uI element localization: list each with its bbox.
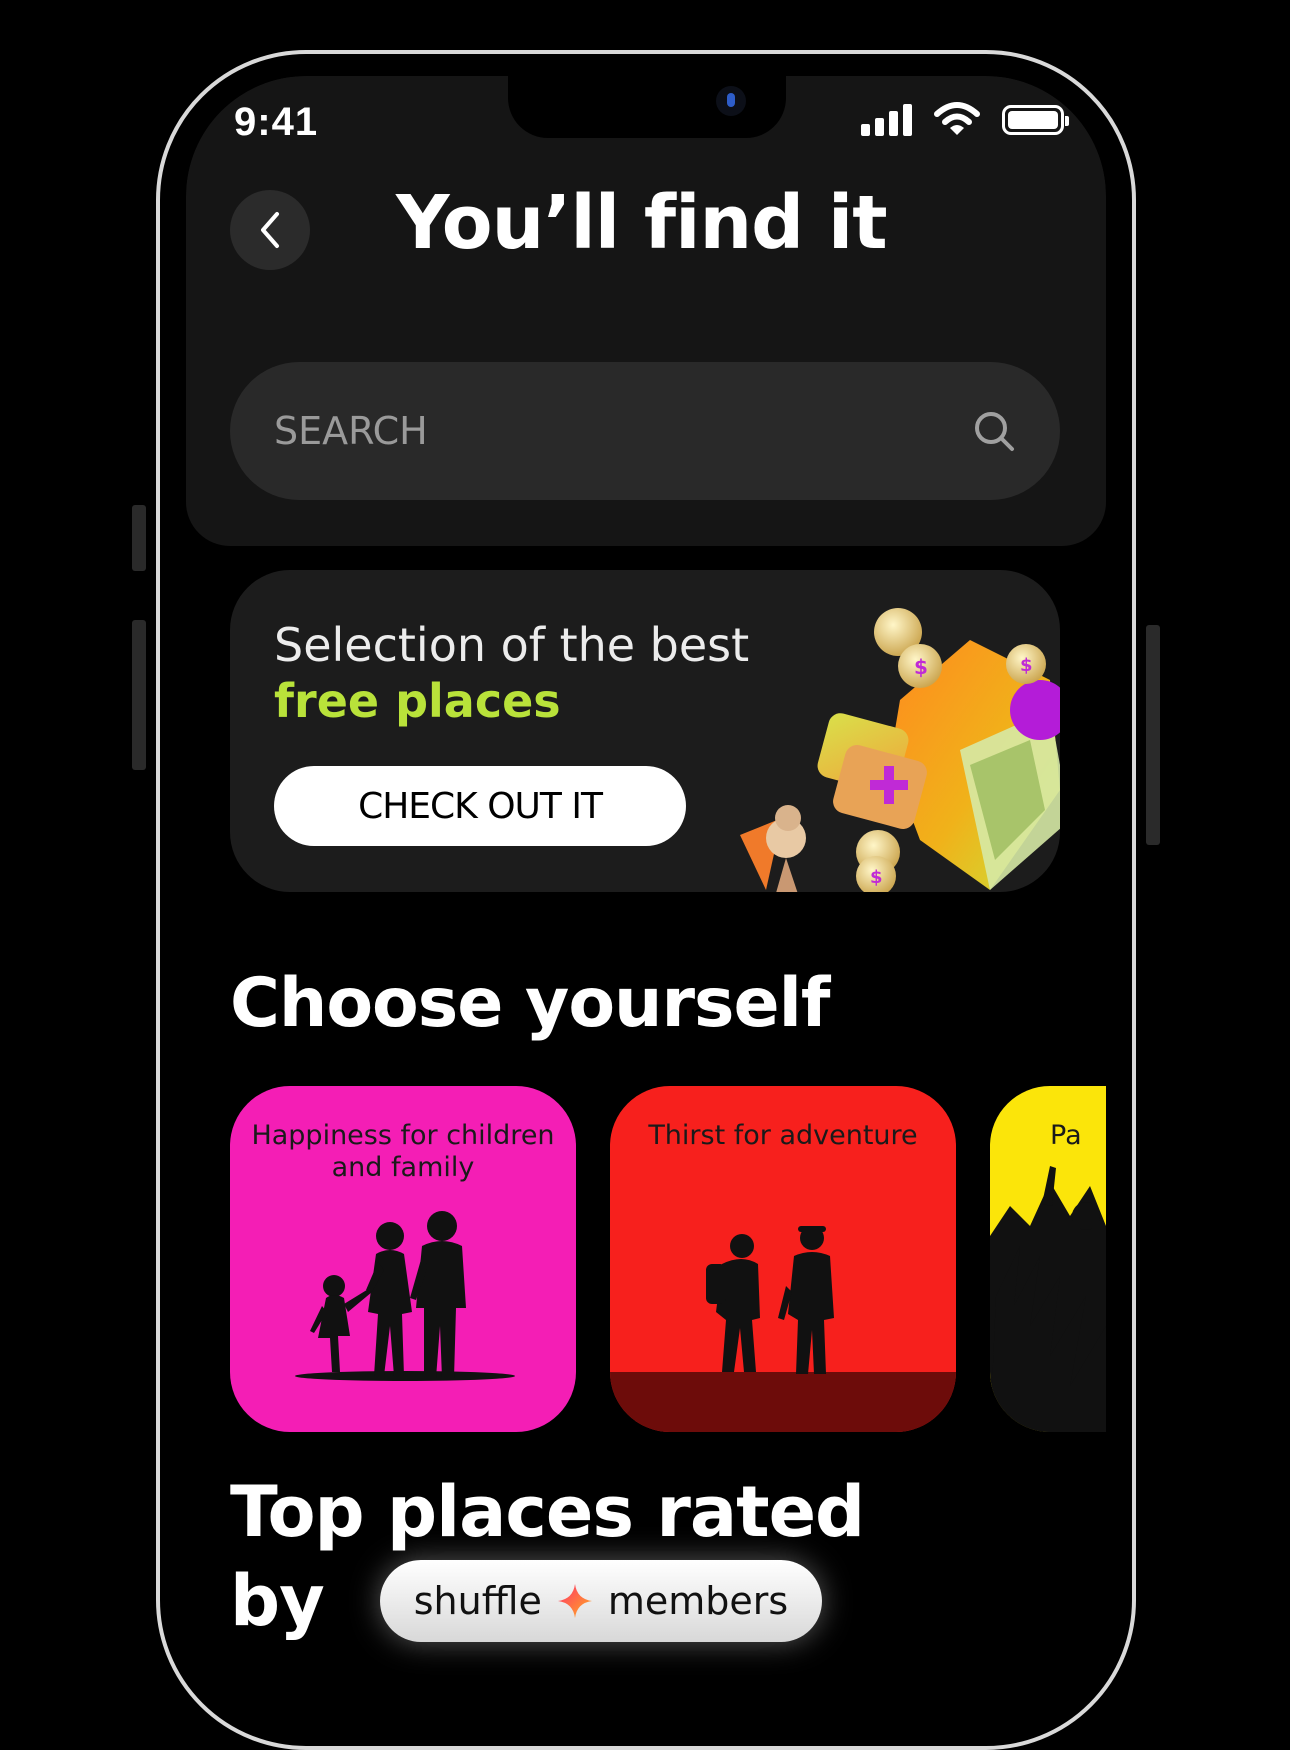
dynamic-notch (508, 76, 786, 138)
search-bar[interactable] (230, 362, 1060, 500)
wifi-icon (934, 102, 980, 135)
promo-highlight: free places (274, 674, 561, 728)
search-icon[interactable] (972, 409, 1016, 453)
category-card-adventure[interactable]: Thirst for adventure (610, 1086, 956, 1432)
phone-silent-switch (132, 505, 146, 571)
search-input[interactable] (274, 409, 874, 453)
svg-text:$: $ (870, 867, 883, 888)
battery-icon (1002, 105, 1069, 135)
camera-icon (716, 86, 746, 116)
promo-title: Selection of the best (274, 618, 750, 672)
category-label: Pa (1050, 1120, 1082, 1151)
status-time: 9:41 (234, 100, 319, 144)
status-icons (861, 100, 1069, 140)
header-panel: 9:41 You’ll find it SEARCH (186, 76, 1106, 546)
phone-power-button (1146, 625, 1160, 845)
back-button[interactable] (230, 190, 310, 270)
crowd-silhouette-image (990, 1166, 1106, 1432)
chevron-left-icon (261, 212, 279, 248)
shuffle-members-badge: shuffle members (379, 1560, 823, 1642)
category-label: Thirst for adventure (648, 1120, 918, 1151)
svg-text:$: $ (1020, 655, 1033, 676)
app-screen: 9:41 You’ll find it SEARCH Selection of … (186, 76, 1106, 1696)
top-places-heading: Top places rated (230, 1471, 865, 1553)
cellular-signal-icon (861, 104, 912, 136)
top-places-byline: by shuffle members (230, 1560, 823, 1642)
svg-text:$: $ (914, 655, 928, 679)
page-title: You’ll find it (396, 180, 888, 266)
category-card-family[interactable]: Happiness for children and family (230, 1086, 576, 1432)
promo-banner[interactable]: Selection of the best free places CHECK … (230, 570, 1060, 892)
badge-brand: shuffle (413, 1579, 542, 1623)
category-card-party[interactable]: Pa (990, 1086, 1106, 1432)
check-out-button[interactable]: CHECK OUT IT (274, 766, 686, 846)
phone-volume-button (132, 620, 146, 770)
promo-3d-illustration: $ $ $ (740, 608, 1060, 892)
category-carousel[interactable]: Happiness for children and family Thirst… (230, 1086, 1106, 1436)
by-word: by (230, 1560, 325, 1642)
choose-yourself-heading: Choose yourself (230, 964, 830, 1043)
badge-members: members (607, 1579, 789, 1623)
four-point-star-icon (557, 1584, 592, 1618)
category-label: Happiness for children and family (251, 1120, 555, 1183)
